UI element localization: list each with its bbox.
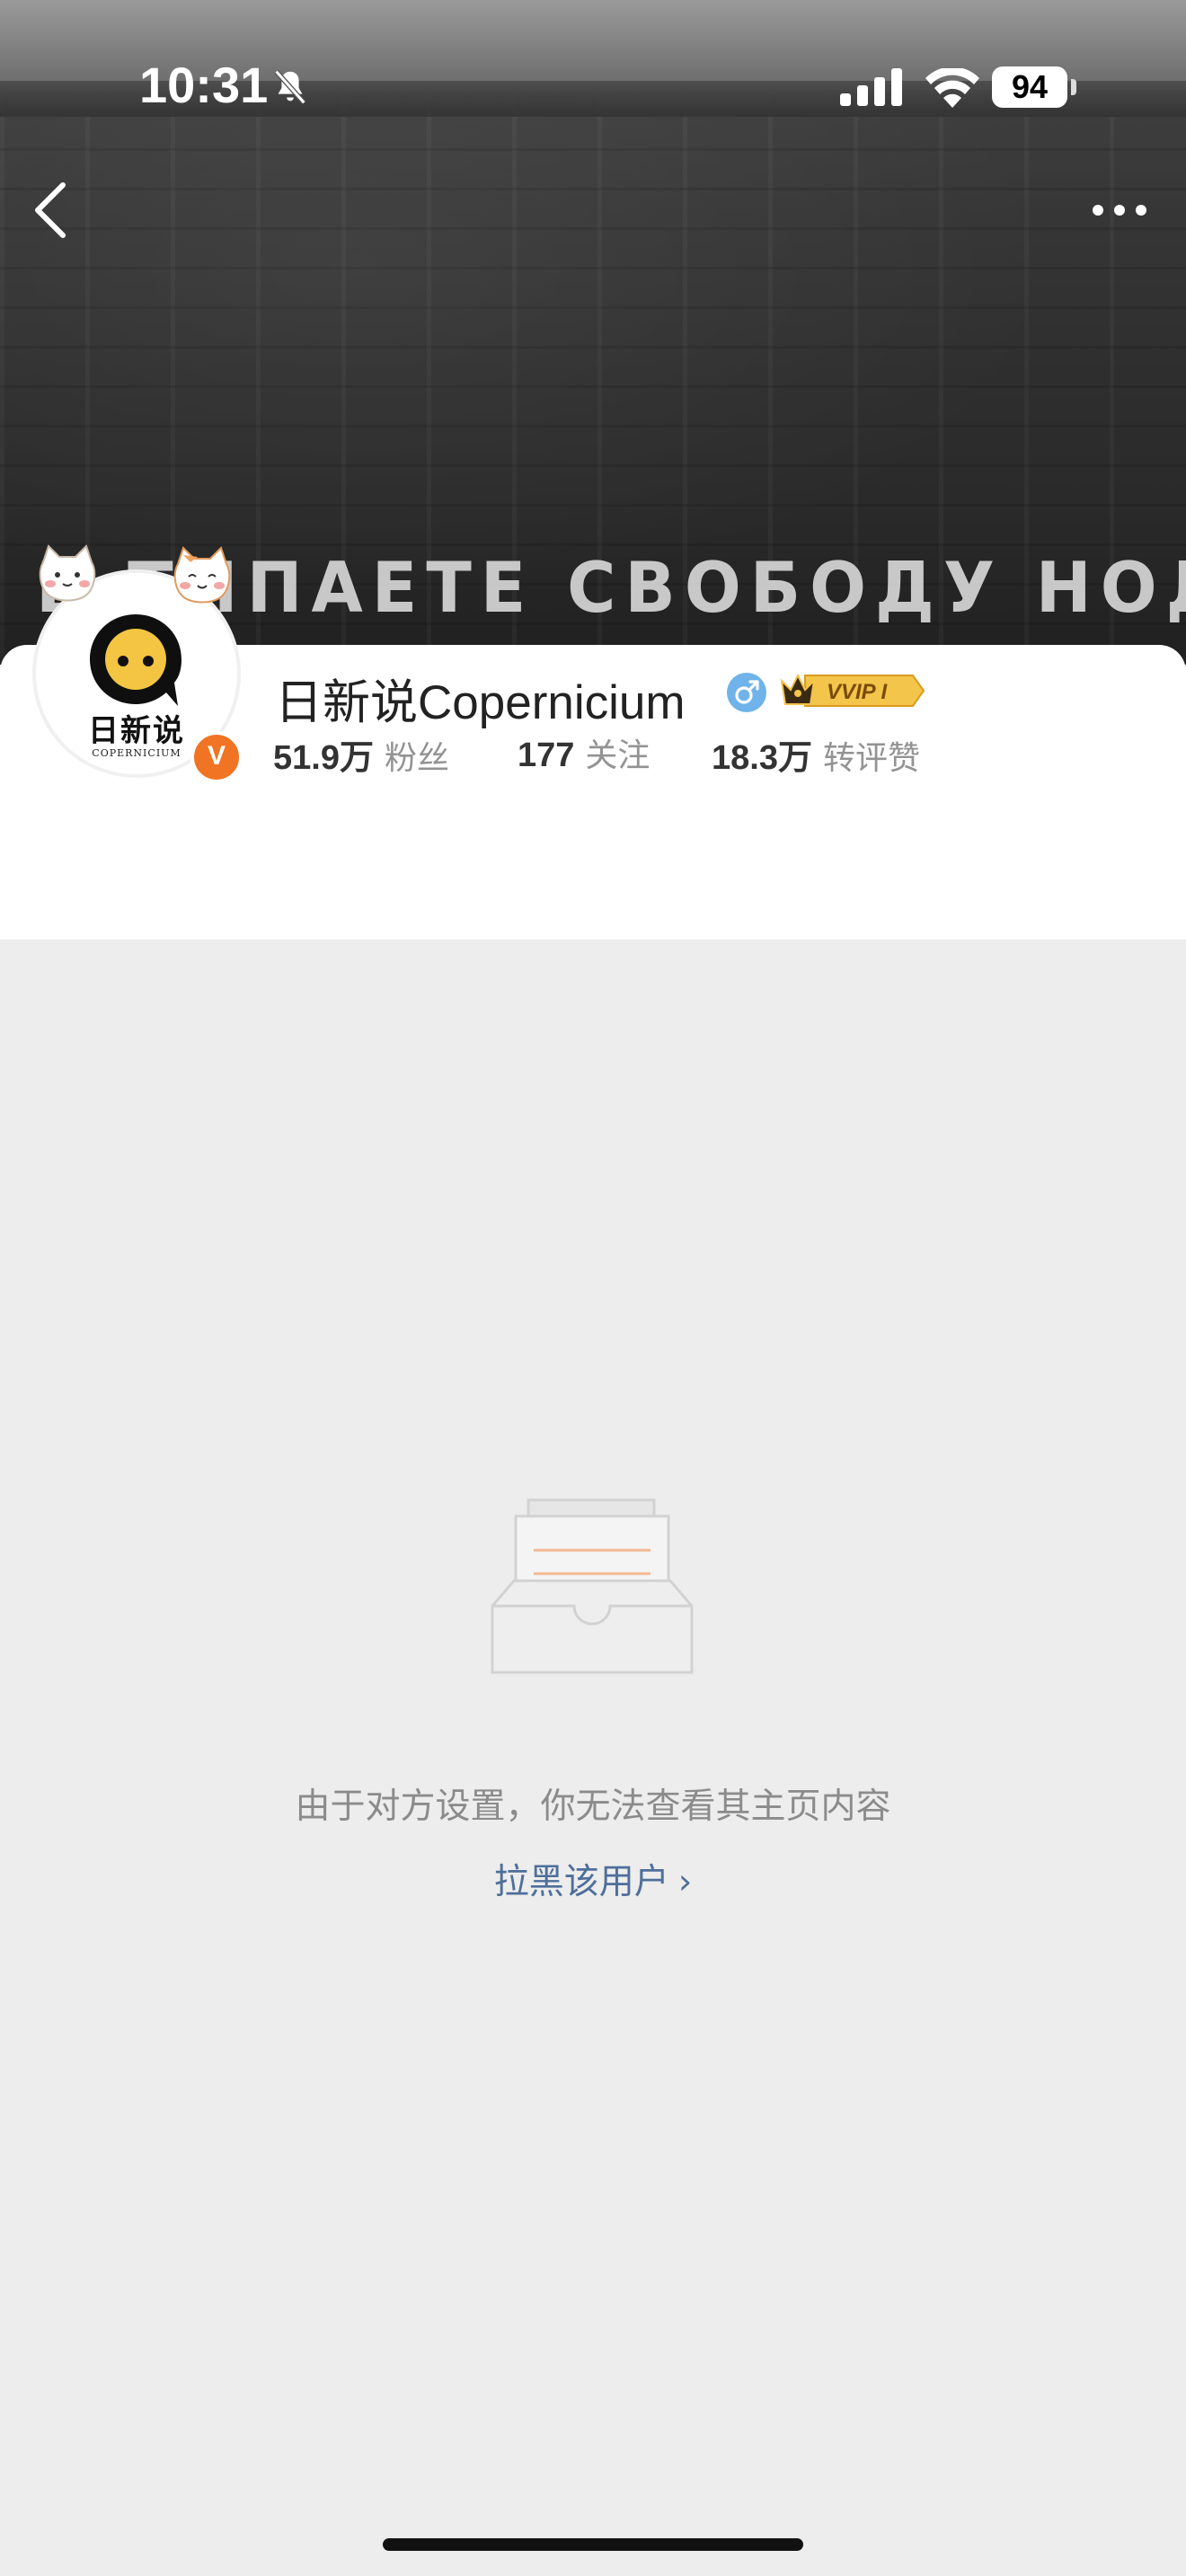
status-time: 10:31 <box>139 57 269 113</box>
block-user-label: 拉黑该用户 <box>493 1862 669 1902</box>
profile-username: 日新说Copernicium <box>275 676 686 729</box>
following-count: 177 <box>518 737 575 774</box>
wifi-icon <box>925 68 979 108</box>
engagement-count: 18.3万 <box>712 739 812 777</box>
vip-badge-icon[interactable]: VVIP I <box>778 668 925 713</box>
cat-sticker-icon <box>39 544 96 602</box>
engagement-stat[interactable]: 18.3万 转评赞 <box>712 729 920 779</box>
battery-icon: 94 <box>992 66 1067 108</box>
empty-inbox-icon <box>491 1498 694 1674</box>
back-button[interactable] <box>22 176 79 244</box>
restricted-message: 由于对方设置，你无法查看其主页内容 <box>295 1786 891 1827</box>
engagement-label: 转评赞 <box>822 739 920 776</box>
following-label: 关注 <box>585 737 651 773</box>
home-indicator[interactable] <box>383 2538 803 2551</box>
following-stat[interactable]: 177 关注 <box>518 729 650 776</box>
chevron-left-icon <box>35 182 66 238</box>
more-dots-icon <box>1093 205 1146 216</box>
battery-nub <box>1071 79 1076 95</box>
status-bar: 10:31 94 <box>0 0 1186 171</box>
cellular-signal-icon <box>840 68 902 106</box>
chevron-right-icon: › <box>677 1862 693 1902</box>
more-options-button[interactable] <box>1087 190 1152 230</box>
profile-screen: В ТИПАЕТЕ СВОБОДУ НОДУ 10:31 94 日新说 COPE… <box>0 0 1186 2576</box>
avatar-logo-icon <box>90 614 181 706</box>
block-user-link[interactable]: 拉黑该用户 › <box>0 1854 1186 1904</box>
bell-off-icon <box>274 69 306 105</box>
svg-text:VVIP I: VVIP I <box>827 680 888 704</box>
male-icon <box>727 673 766 712</box>
cat-sticker-icon <box>173 546 231 604</box>
followers-label: 粉丝 <box>384 739 449 776</box>
followers-stat[interactable]: 51.9万 粉丝 <box>273 729 449 779</box>
followers-count: 51.9万 <box>273 739 374 777</box>
verified-badge-icon: V <box>190 731 243 783</box>
